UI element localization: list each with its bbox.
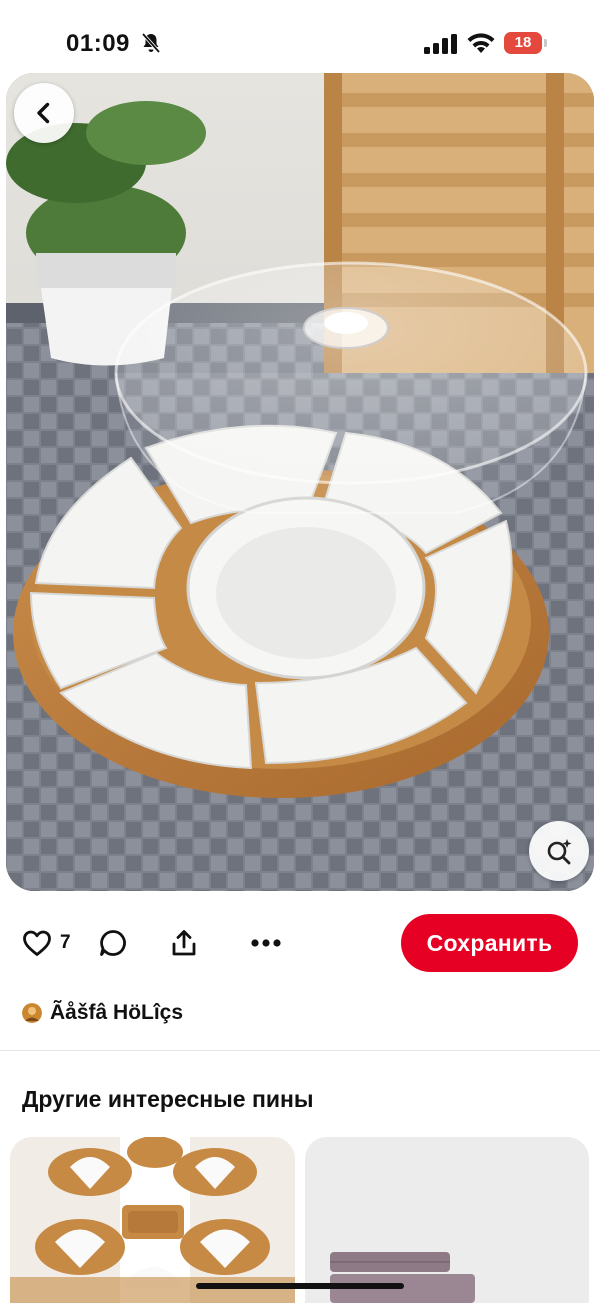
related-pin-image [305, 1137, 589, 1303]
related-pin[interactable] [10, 1137, 295, 1303]
heart-icon [23, 930, 51, 956]
divider [0, 1050, 600, 1051]
like-button[interactable]: 7 [22, 925, 71, 961]
battery-level: 18 [514, 34, 532, 51]
status-bar: 01:09 18 [0, 0, 600, 70]
related-pin-image [10, 1137, 295, 1303]
author-name: Ãåšfâ HöLîçs [50, 1001, 184, 1024]
pin-actions: 7 Сохранить [0, 905, 600, 981]
more-button[interactable] [250, 925, 282, 961]
save-button[interactable]: Сохранить [401, 914, 578, 972]
comment-icon [100, 930, 126, 956]
cellular-signal-icon [424, 34, 457, 54]
pin-photo [6, 73, 594, 891]
chevron-left-icon [37, 102, 50, 124]
related-pin[interactable] [305, 1137, 589, 1303]
status-time: 01:09 [66, 30, 130, 57]
more-icon [251, 939, 281, 947]
home-indicator[interactable] [196, 1283, 404, 1289]
wifi-icon [467, 33, 495, 53]
pin-author[interactable]: Ãåšfâ HöLîçs [22, 998, 183, 1028]
comment-button[interactable] [98, 925, 128, 961]
visual-search-button[interactable] [529, 821, 589, 881]
more-pins-title: Другие интересные пины [22, 1086, 314, 1112]
avatar [22, 1003, 42, 1023]
like-count: 7 [60, 932, 71, 953]
visual-search-icon [547, 839, 572, 865]
bell-slash-icon [141, 32, 161, 54]
battery-indicator: 18 [504, 32, 550, 54]
back-button[interactable] [14, 83, 74, 143]
pin-image[interactable] [6, 73, 594, 891]
share-icon [172, 930, 196, 956]
share-button[interactable] [170, 925, 198, 961]
